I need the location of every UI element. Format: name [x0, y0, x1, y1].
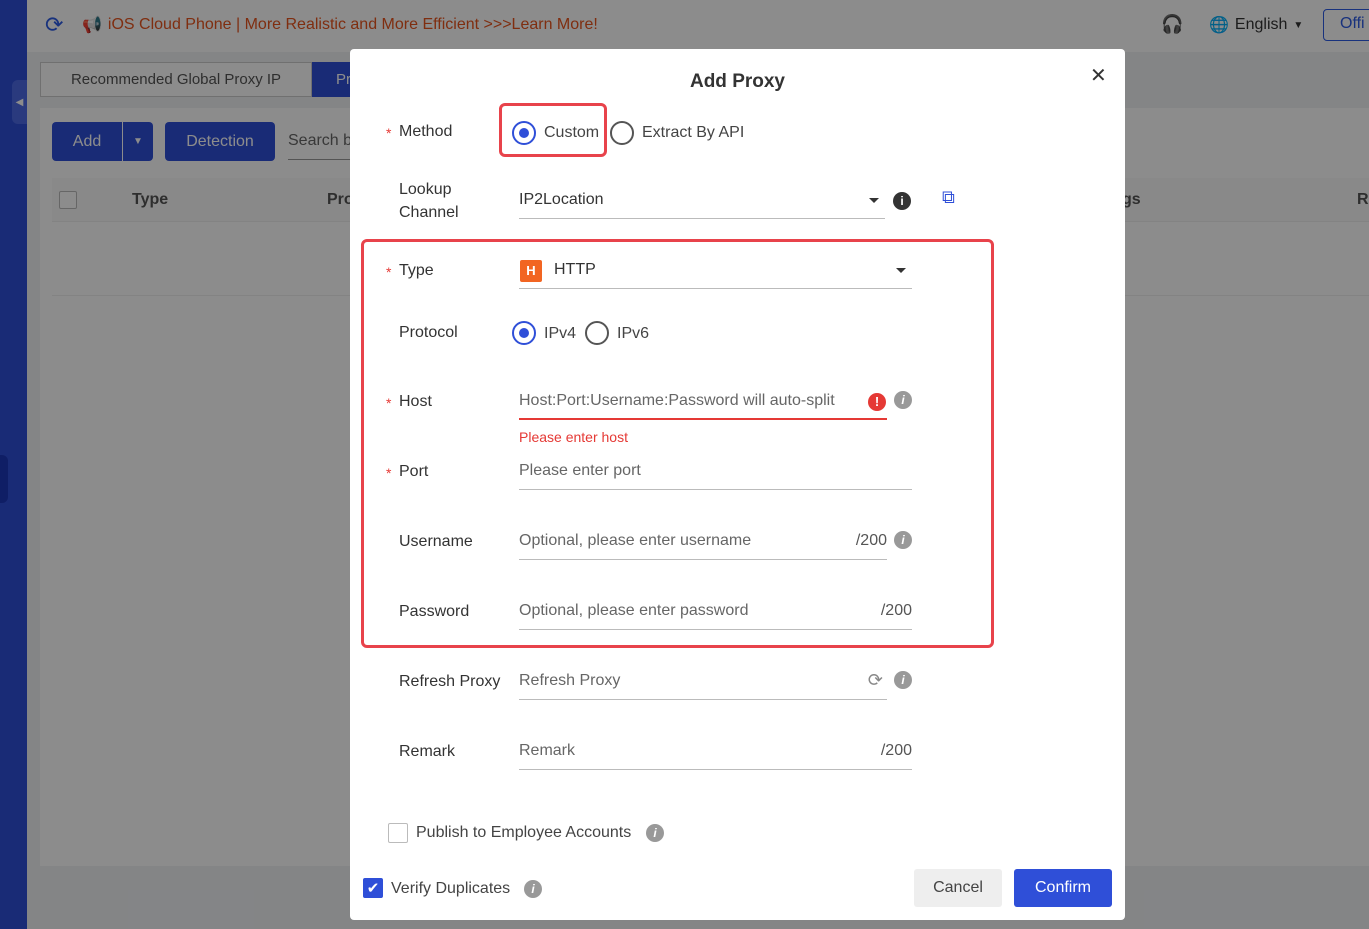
remark-label: Remark [399, 743, 456, 760]
cancel-button[interactable]: Cancel [914, 869, 1002, 907]
copy-icon[interactable]: ⧉ [942, 187, 955, 208]
highlight-box-proxy-fields [361, 239, 994, 648]
lookup-channel-value: IP2Location [519, 191, 604, 208]
radio-extract-label: Extract By API [642, 124, 745, 141]
password-label: Password [399, 603, 470, 620]
port-label: Port [399, 463, 429, 480]
username-input[interactable]: Optional, please enter username /200 [519, 524, 887, 560]
radio-ipv6[interactable] [585, 321, 609, 345]
password-placeholder: Optional, please enter password [519, 602, 749, 619]
dialog-title: Add Proxy [689, 71, 786, 92]
radio-ipv6-label: IPv6 [617, 325, 650, 342]
info-icon[interactable]: i [524, 880, 542, 898]
username-label: Username [399, 533, 473, 550]
verify-duplicates-label: Verify Duplicates [391, 880, 511, 897]
radio-extract-by-api[interactable] [610, 121, 634, 145]
close-icon[interactable]: ✕ [1090, 63, 1107, 88]
lookup-label-line1: Lookup [399, 181, 452, 198]
caret-down-icon [896, 268, 906, 273]
refresh-proxy-label: Refresh Proxy [399, 673, 501, 690]
host-error-message: Please enter host [519, 429, 628, 445]
required-mark: * [386, 465, 392, 481]
remark-input[interactable]: Remark /200 [519, 734, 912, 770]
lookup-channel-select[interactable]: IP2Location [519, 183, 885, 219]
lookup-label-line2: Channel [399, 204, 459, 221]
checkmark-icon: ✔ [366, 880, 380, 897]
type-label: Type [399, 262, 434, 279]
verify-duplicates-checkbox[interactable]: ✔ [363, 878, 383, 898]
required-mark: * [386, 125, 392, 141]
required-mark: * [386, 264, 392, 280]
required-mark: * [386, 395, 392, 411]
remark-counter: /200 [880, 742, 912, 759]
port-input[interactable]: Please enter port [519, 454, 912, 490]
info-icon[interactable]: i [893, 192, 911, 210]
protocol-label: Protocol [399, 324, 458, 341]
refresh-icon[interactable]: ⟳ [868, 670, 883, 691]
proxy-type-value: HTTP [554, 261, 596, 278]
radio-custom[interactable] [512, 121, 536, 145]
radio-ipv4-label: IPv4 [544, 325, 577, 342]
http-badge-icon: H [520, 260, 542, 282]
host-input[interactable]: Host:Port:Username:Password will auto-sp… [519, 384, 887, 420]
info-icon[interactable]: i [894, 531, 912, 549]
username-counter: /200 [855, 532, 887, 549]
radio-ipv4[interactable] [512, 321, 536, 345]
caret-down-icon [869, 198, 879, 203]
password-input[interactable]: Optional, please enter password /200 [519, 594, 912, 630]
confirm-button[interactable]: Confirm [1014, 869, 1112, 907]
add-proxy-dialog: Add Proxy ✕ * Method Custom Extract By A… [350, 49, 1125, 920]
radio-custom-label: Custom [544, 124, 600, 141]
error-icon: ! [868, 393, 886, 411]
remark-placeholder: Remark [519, 742, 576, 759]
password-counter: /200 [880, 602, 912, 619]
publish-checkbox[interactable] [388, 823, 408, 843]
method-label: Method [399, 123, 453, 140]
info-icon[interactable]: i [894, 391, 912, 409]
refresh-proxy-input[interactable]: Refresh Proxy ⟳ [519, 664, 887, 700]
username-placeholder: Optional, please enter username [519, 532, 752, 549]
refresh-proxy-placeholder: Refresh Proxy [519, 672, 621, 689]
proxy-type-select[interactable]: H HTTP [519, 253, 912, 289]
info-icon[interactable]: i [894, 671, 912, 689]
publish-label: Publish to Employee Accounts [416, 824, 632, 841]
info-icon[interactable]: i [646, 824, 664, 842]
host-label: Host [399, 393, 432, 410]
